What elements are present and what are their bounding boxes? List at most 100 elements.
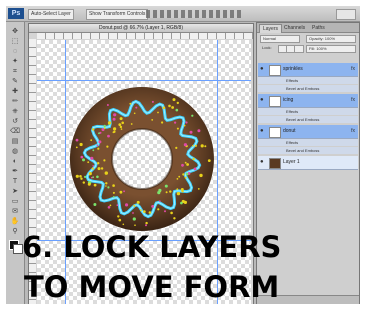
sprinkle [136,200,140,204]
photoshop-logo: Ps [8,8,24,19]
sprinkle [88,172,92,176]
eraser-icon[interactable]: ⌫ [9,128,21,136]
ruler-top[interactable] [37,33,253,39]
sprinkle [164,210,166,213]
sprinkle [135,106,138,109]
sprinkle [80,155,84,159]
effects-row[interactable]: Effects [258,108,358,115]
sprinkle [103,127,106,130]
layer-thumbnail [269,96,281,107]
sprinkle [79,175,82,178]
effect-row[interactable]: Bevel and Emboss [258,116,358,123]
effects-row[interactable]: Effects [258,77,358,84]
magic-wand-icon[interactable]: ✦ [9,58,21,66]
layer-name: donut [283,128,296,134]
eyedropper-icon[interactable]: ✎ [9,78,21,86]
opacity-field[interactable]: Opacity: 100% [306,35,356,43]
sprinkle [159,200,161,202]
sprinkle [129,102,132,105]
type-icon[interactable]: T [9,178,21,186]
layer-controls: Normal Opacity: 100% Lock: Fill: 100% [260,35,356,59]
sprinkle [123,190,125,193]
show-transform-checkbox[interactable]: Show Transform Controls [86,9,149,20]
path-select-icon[interactable]: ➤ [9,188,21,196]
fill-field[interactable]: Fill: 100% [306,45,356,53]
sprinkle [105,185,107,187]
sprinkle [151,205,154,208]
hand-icon[interactable]: ✋ [9,218,21,226]
document-title[interactable]: Donut.psd @ 66.7% (Layer 1, RGB/8) [29,24,253,33]
effects-row[interactable]: Effects [258,139,358,146]
sprinkle [161,121,164,124]
lasso-icon[interactable]: ◌ [9,48,21,56]
fx-icon[interactable]: fx [351,127,355,136]
workspace-button[interactable] [336,9,356,20]
eye-icon[interactable]: ● [260,128,266,134]
sprinkle [103,124,106,128]
sprinkle [174,121,177,124]
sprinkle [118,218,122,222]
stamp-icon[interactable]: ⎈ [9,108,21,116]
sprinkle [183,143,187,147]
guide-line[interactable] [37,80,251,81]
effect-row[interactable]: Bevel and Emboss [258,147,358,154]
lock-position-icon[interactable] [294,45,304,53]
brush-icon[interactable]: ✏ [9,98,21,106]
blend-mode-select[interactable]: Normal [260,35,300,43]
move-icon[interactable]: ✥ [9,28,21,36]
sprinkle [130,123,133,125]
sprinkle [92,165,94,167]
eye-icon[interactable]: ● [260,159,266,165]
sprinkle [75,146,78,149]
sprinkle [176,188,179,191]
tab-paths[interactable]: Paths [309,24,328,32]
sprinkle [191,114,194,117]
pen-icon[interactable]: ✒ [9,168,21,176]
align-icons[interactable] [146,10,241,18]
layer-row-icing[interactable]: ● icing fx [258,94,358,108]
sprinkle [119,117,123,121]
sprinkle [184,176,187,179]
healing-icon[interactable]: ✚ [9,88,21,96]
sprinkle [121,121,124,125]
sprinkle [173,217,176,220]
sprinkle [151,119,154,121]
auto-select-checkbox[interactable]: Auto-Select Layer [28,9,74,20]
layer-name: Layer 1 [283,159,300,165]
layer-row-layer-1[interactable]: ● Layer 1 [258,156,358,170]
sprinkle [200,144,204,148]
eye-icon[interactable]: ● [260,97,266,103]
tab-layers[interactable]: Layers [259,24,283,33]
sprinkle [184,161,187,164]
marquee-icon[interactable]: ⬚ [9,38,21,46]
sprinkle [79,142,83,147]
sprinkle [178,175,181,178]
effect-row[interactable]: Bevel and Emboss [258,85,358,92]
crop-icon[interactable]: ⌗ [9,68,21,76]
layer-row-donut[interactable]: ● donut fx [258,125,358,139]
eye-icon[interactable]: ● [260,66,266,72]
tab-channels[interactable]: Channels [281,24,308,32]
donut-artwork[interactable] [67,84,217,234]
sprinkle [176,191,181,196]
sprinkle [116,204,119,207]
sprinkle [119,125,123,129]
history-brush-icon[interactable]: ↺ [9,118,21,126]
sprinkle [133,112,136,115]
shape-icon[interactable]: ▭ [9,198,21,206]
gradient-icon[interactable]: ▤ [9,138,21,146]
sprinkle [157,208,160,211]
fx-icon[interactable]: fx [351,96,355,105]
sprinkle [97,162,100,165]
fx-icon[interactable]: fx [351,65,355,74]
sprinkle [151,100,154,103]
blur-icon[interactable]: ◍ [9,148,21,156]
sprinkle [91,167,94,170]
layer-row-sprinkles[interactable]: ● sprinkles fx [258,63,358,77]
sprinkle [132,212,134,214]
layer-thumbnail [269,127,281,138]
panel-tabs: Layers Channels Paths [257,23,359,33]
dodge-icon[interactable]: ◐ [9,158,21,166]
notes-icon[interactable]: ✉ [9,208,21,216]
sprinkle [82,158,85,162]
